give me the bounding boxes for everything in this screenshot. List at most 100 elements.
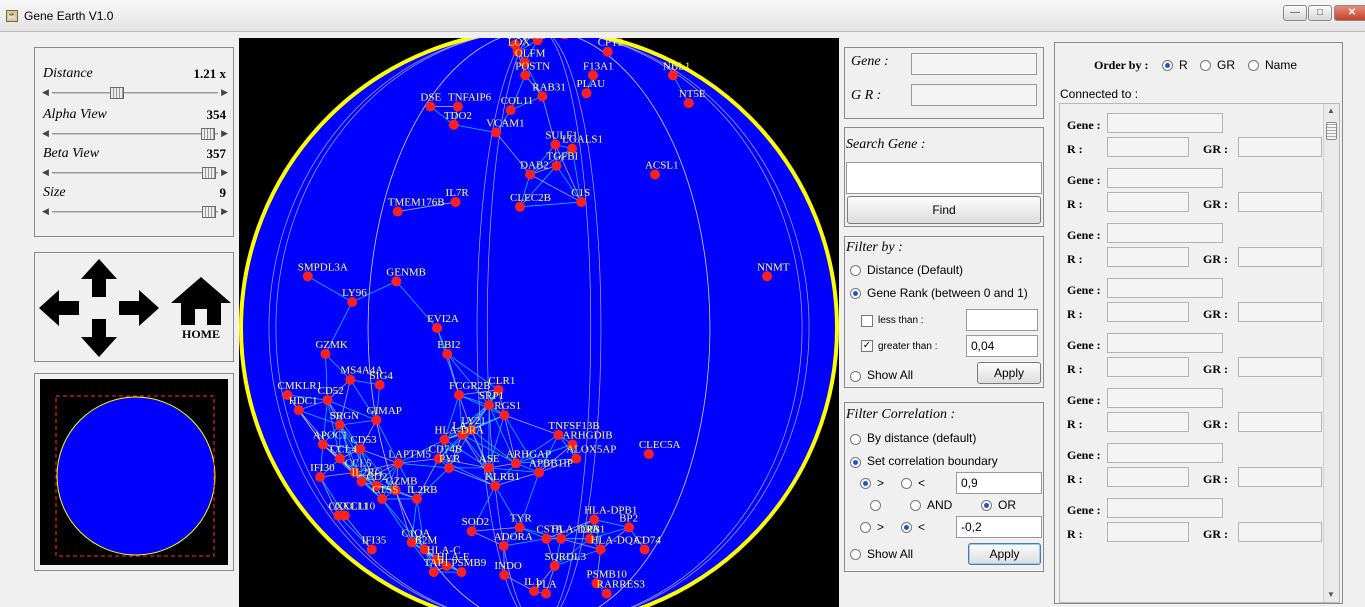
connected-gene-row: Gene : R : GR : <box>1060 167 1324 217</box>
connected-gene-field[interactable] <box>1107 278 1223 298</box>
connected-gr-field[interactable] <box>1238 522 1322 542</box>
connected-r-field[interactable] <box>1107 522 1189 542</box>
slider-thumb[interactable] <box>200 128 215 140</box>
connected-gene-label: Gene : <box>1067 228 1101 242</box>
show-all-radio[interactable] <box>850 371 861 382</box>
gene-label: APOC1 <box>313 429 348 441</box>
connected-r-field[interactable] <box>1107 357 1189 377</box>
upper-less-radio[interactable] <box>901 478 912 489</box>
greater-than-input[interactable]: 0,04 <box>966 335 1038 357</box>
connected-gene-field[interactable] <box>1107 333 1223 353</box>
slider-right-arrow-icon[interactable]: ▶ <box>221 128 228 139</box>
slider-thumb[interactable] <box>109 87 124 99</box>
slider-right-arrow-icon[interactable]: ▶ <box>221 206 228 217</box>
order-r-radio[interactable] <box>1162 60 1173 71</box>
gene-globe-view[interactable]: CXCL12LOXPOSTNOLFMASPF13A1CPT2COL8A1NBL1… <box>239 38 839 607</box>
connected-gene-field[interactable] <box>1107 443 1223 463</box>
connected-gene-field[interactable] <box>1107 223 1223 243</box>
distance-slider[interactable]: ◀ ▶ <box>42 87 228 99</box>
slider-right-arrow-icon[interactable]: ▶ <box>221 87 228 98</box>
less-than-input[interactable] <box>966 309 1038 331</box>
order-gr-radio[interactable] <box>1200 60 1211 71</box>
connected-genes-list[interactable]: Gene :R : GR : Gene :R : GR : Gene :R : GR :G… <box>1059 103 1340 603</box>
connected-gr-field[interactable] <box>1238 137 1322 157</box>
connected-gr-field[interactable] <box>1238 192 1322 212</box>
lower-greater-radio[interactable] <box>860 522 871 533</box>
connected-r-field[interactable] <box>1107 412 1189 432</box>
gene-field[interactable] <box>911 53 1037 75</box>
slider-left-arrow-icon[interactable]: ◀ <box>42 128 49 139</box>
slider-left-arrow-icon[interactable]: ◀ <box>42 206 49 217</box>
connected-gene-field[interactable] <box>1107 113 1223 133</box>
size-slider[interactable]: ◀ ▶ <box>42 206 228 218</box>
arrow-down-icon[interactable] <box>81 319 117 357</box>
connected-gene-row: Gene : R : GR : <box>1060 222 1324 272</box>
lower-boundary-input[interactable]: -0,2 <box>956 516 1042 538</box>
gr-field[interactable] <box>911 84 1037 106</box>
home-label[interactable]: HOME <box>182 327 220 342</box>
slider-left-arrow-icon[interactable]: ◀ <box>42 167 49 178</box>
connected-gene-row: Gene : R : GR : <box>1060 497 1324 547</box>
correlation-apply-button[interactable]: Apply <box>968 543 1041 565</box>
arrow-right-icon[interactable] <box>119 290 159 326</box>
set-boundary-radio[interactable] <box>850 457 861 468</box>
less-than-checkbox[interactable] <box>861 315 873 327</box>
distance-default-radio[interactable] <box>850 265 861 276</box>
connected-gr-label: GR : <box>1203 252 1228 266</box>
alpha-view-slider[interactable]: ◀ ▶ <box>42 128 228 140</box>
connected-gene-field[interactable] <box>1107 388 1223 408</box>
gene-globe[interactable]: CXCL12LOXPOSTNOLFMASPF13A1CPT2COL8A1NBL1… <box>239 38 839 607</box>
slider-thumb[interactable] <box>202 167 217 179</box>
filter-apply-button[interactable]: Apply <box>977 362 1041 384</box>
connected-gr-field[interactable] <box>1238 467 1322 487</box>
minimize-button[interactable]: — <box>1283 5 1307 21</box>
connected-r-field[interactable] <box>1107 137 1189 157</box>
minimap-view[interactable] <box>40 379 228 565</box>
home-icon[interactable] <box>171 277 231 325</box>
connected-gr-field[interactable] <box>1238 247 1322 267</box>
arrow-left-icon[interactable] <box>39 290 79 326</box>
connected-gene-field[interactable] <box>1107 498 1223 518</box>
arrow-up-icon[interactable] <box>81 259 117 297</box>
search-gene-label: Search Gene : <box>846 137 926 152</box>
connected-gene-field[interactable] <box>1107 168 1223 188</box>
upper-greater-radio[interactable] <box>860 478 871 489</box>
maximize-button[interactable]: □ <box>1308 5 1332 21</box>
connected-r-label: R : <box>1067 472 1083 486</box>
scroll-thumb[interactable] <box>1326 122 1337 140</box>
close-button[interactable]: ✕ <box>1334 5 1365 21</box>
search-gene-panel: Search Gene : Find <box>844 127 1044 227</box>
lower-less-radio[interactable] <box>901 522 912 533</box>
scroll-down-arrow-icon[interactable]: ▼ <box>1327 590 1335 599</box>
slider-right-arrow-icon[interactable]: ▶ <box>221 167 228 178</box>
connected-gr-field[interactable] <box>1238 412 1322 432</box>
beta-view-slider[interactable]: ◀ ▶ <box>42 167 228 179</box>
search-gene-input[interactable] <box>846 162 1042 194</box>
upper-less-symbol: < <box>918 476 926 490</box>
gene-label: SOD2 <box>462 516 490 528</box>
gene-rank-radio[interactable] <box>850 288 861 299</box>
connected-r-field[interactable] <box>1107 467 1189 487</box>
connected-gr-field[interactable] <box>1238 357 1322 377</box>
scroll-up-arrow-icon[interactable]: ▲ <box>1327 106 1335 115</box>
connected-r-field[interactable] <box>1107 247 1189 267</box>
connected-gr-field[interactable] <box>1238 302 1322 322</box>
correlation-show-all-radio[interactable] <box>850 549 861 560</box>
vertical-scrollbar[interactable]: ▲ ▼ <box>1323 104 1339 602</box>
by-distance-radio[interactable] <box>850 434 861 445</box>
gene-label: CCL4 <box>330 444 357 456</box>
gene-label: RARRES3 <box>597 579 646 591</box>
gene-label: RGS1 <box>494 400 521 412</box>
slider-left-arrow-icon[interactable]: ◀ <box>42 87 49 98</box>
connected-r-field[interactable] <box>1107 302 1189 322</box>
slider-thumb[interactable] <box>202 206 217 218</box>
combine-none-radio[interactable] <box>870 500 881 511</box>
order-name-radio[interactable] <box>1248 60 1259 71</box>
upper-boundary-input[interactable]: 0,9 <box>956 472 1042 494</box>
and-radio[interactable] <box>910 500 921 511</box>
or-radio[interactable] <box>981 500 992 511</box>
greater-than-checkbox[interactable]: ✓ <box>861 340 873 352</box>
connected-r-field[interactable] <box>1107 192 1189 212</box>
find-button[interactable]: Find <box>847 196 1041 224</box>
order-gr-label: GR <box>1217 58 1235 72</box>
